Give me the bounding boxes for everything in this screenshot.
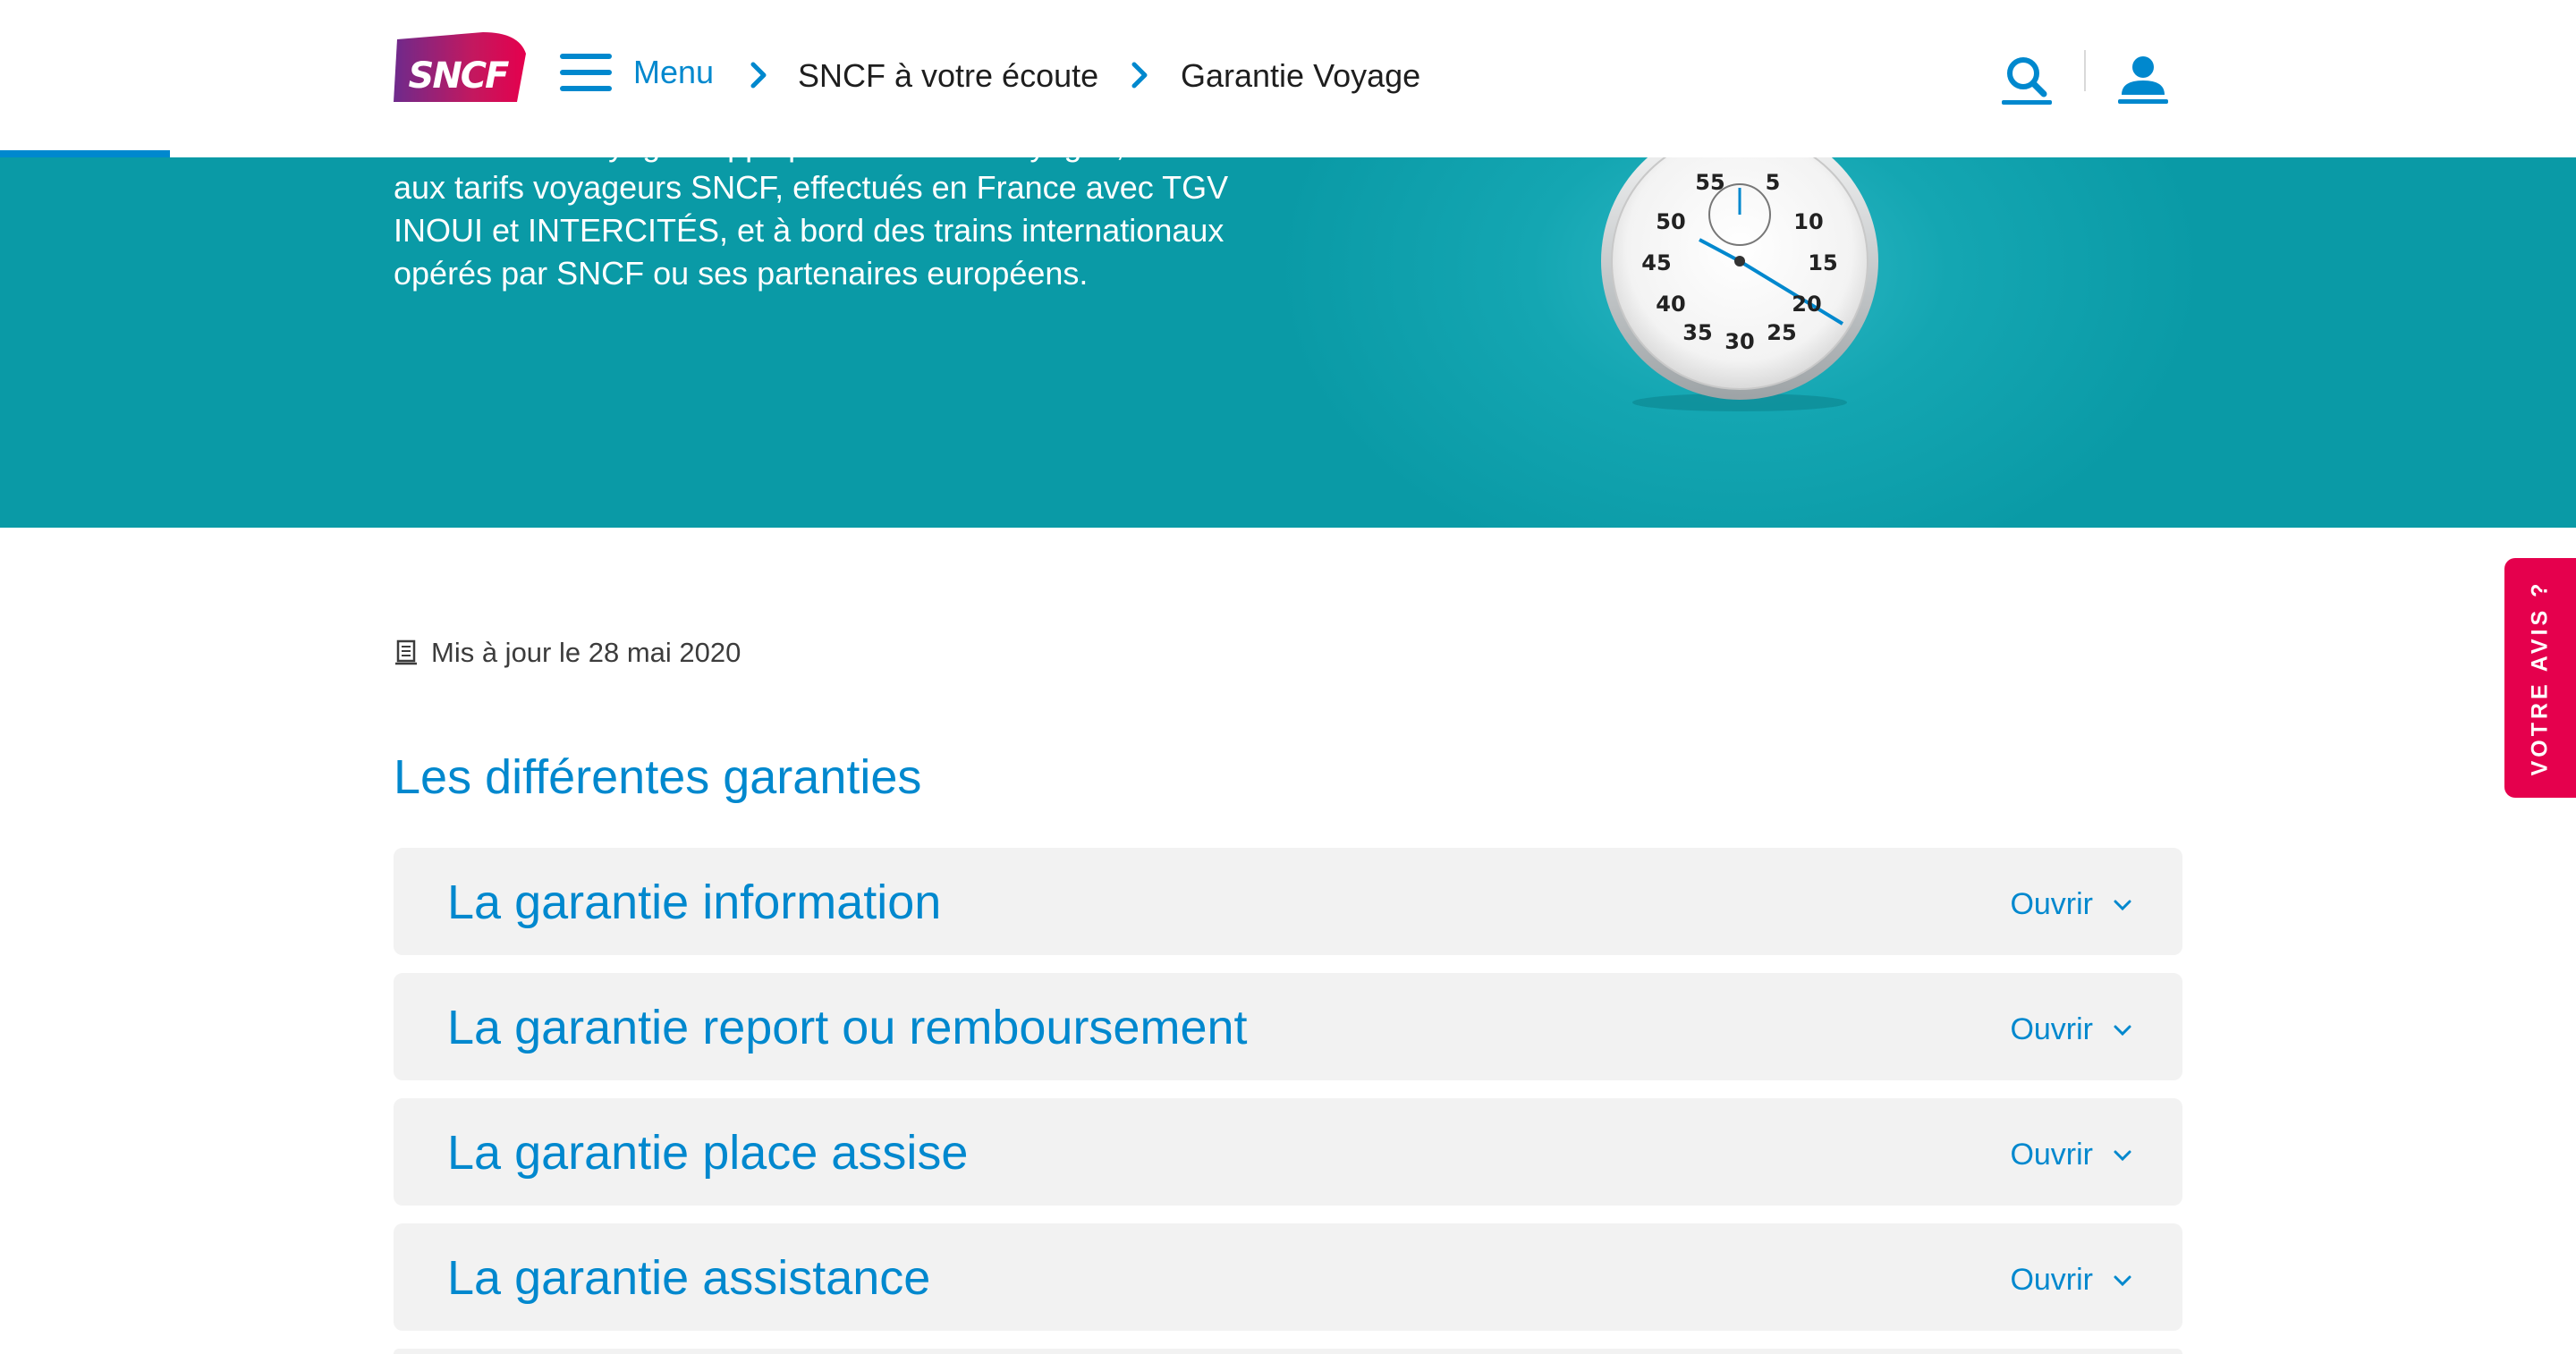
chevron-down-icon bbox=[2114, 1150, 2131, 1161]
hero-line: aux tarifs voyageurs SNCF, effectués en … bbox=[394, 169, 1229, 206]
document-icon bbox=[395, 639, 417, 665]
dial-number: 25 bbox=[1767, 320, 1796, 345]
dial-number: 30 bbox=[1724, 329, 1754, 354]
open-label: Ouvrir bbox=[2010, 887, 2093, 921]
accordion-toggle[interactable]: Ouvrir bbox=[2010, 887, 2132, 922]
header-accent-bar bbox=[0, 150, 170, 157]
dial-number: 35 bbox=[1682, 320, 1712, 345]
chevron-right-icon bbox=[1131, 62, 1148, 89]
menu-button[interactable]: Menu bbox=[560, 52, 714, 93]
accordion-title: La garantie assistance bbox=[447, 1251, 931, 1305]
logo-text: SNCF bbox=[409, 55, 510, 97]
feedback-label: VOTRE AVIS ? bbox=[2527, 580, 2553, 776]
dial-number: 40 bbox=[1656, 292, 1685, 317]
updated-date: Mis à jour le 28 mai 2020 bbox=[431, 637, 741, 668]
search-icon[interactable] bbox=[2000, 52, 2054, 106]
stopwatch-image: 55 5 50 10 45 15 40 20 35 30 25 bbox=[1601, 125, 1878, 411]
accordion-toggle[interactable]: Ouvrir bbox=[2010, 1138, 2132, 1172]
chevron-down-icon bbox=[2114, 900, 2131, 910]
chevron-right-icon bbox=[750, 62, 767, 89]
accordion-garantie-assistance[interactable]: La garantie assistance Ouvrir bbox=[394, 1223, 2182, 1331]
menu-label: Menu bbox=[633, 54, 715, 90]
open-label: Ouvrir bbox=[2010, 1012, 2093, 1046]
dial-number: 45 bbox=[1641, 250, 1671, 275]
open-label: Ouvrir bbox=[2010, 1263, 2093, 1297]
dial-number: 5 bbox=[1766, 170, 1781, 195]
site-header: SNCF Menu SNCF à votre écoute Garantie V… bbox=[0, 0, 2576, 157]
accordion-title: La garantie information bbox=[447, 876, 942, 929]
dial-number: 10 bbox=[1793, 209, 1823, 234]
open-label: Ouvrir bbox=[2010, 1138, 2093, 1172]
accordion-next-edge bbox=[394, 1349, 2182, 1354]
dial-number: 20 bbox=[1792, 292, 1821, 317]
breadcrumb-current: Garantie Voyage bbox=[1181, 57, 1421, 94]
breadcrumb-item[interactable]: SNCF à votre écoute bbox=[798, 57, 1098, 95]
dial-number: 55 bbox=[1695, 170, 1724, 195]
hero-line: INOUI et INTERCITÉS, et à bord des train… bbox=[394, 212, 1224, 249]
accordion-garantie-place-assise[interactable]: La garantie place assise Ouvrir bbox=[394, 1098, 2182, 1206]
chevron-down-icon bbox=[2114, 1275, 2131, 1286]
accordion-garantie-information[interactable]: La garantie information Ouvrir bbox=[394, 848, 2182, 955]
accordion-toggle[interactable]: Ouvrir bbox=[2010, 1012, 2132, 1047]
hamburger-icon bbox=[560, 52, 612, 93]
accordion-garantie-report[interactable]: La garantie report ou remboursement Ouvr… bbox=[394, 973, 2182, 1080]
chevron-down-icon bbox=[2114, 1025, 2131, 1036]
dial-number: 15 bbox=[1808, 250, 1837, 275]
sncf-logo[interactable]: SNCF bbox=[394, 32, 526, 102]
hero-line: opérés par SNCF ou ses partenaires europ… bbox=[394, 255, 1089, 292]
last-updated: Mis à jour le 28 mai 2020 bbox=[394, 637, 741, 669]
accordion-toggle[interactable]: Ouvrir bbox=[2010, 1263, 2132, 1298]
section-title: Les différentes garanties bbox=[394, 750, 922, 804]
user-icon[interactable] bbox=[2116, 52, 2170, 106]
feedback-tab[interactable]: VOTRE AVIS ? bbox=[2504, 558, 2576, 798]
dial-number: 50 bbox=[1656, 209, 1685, 234]
accordion-title: La garantie place assise bbox=[447, 1126, 969, 1180]
header-divider bbox=[2084, 50, 2086, 91]
accordion-title: La garantie report ou remboursement bbox=[447, 1001, 1248, 1054]
